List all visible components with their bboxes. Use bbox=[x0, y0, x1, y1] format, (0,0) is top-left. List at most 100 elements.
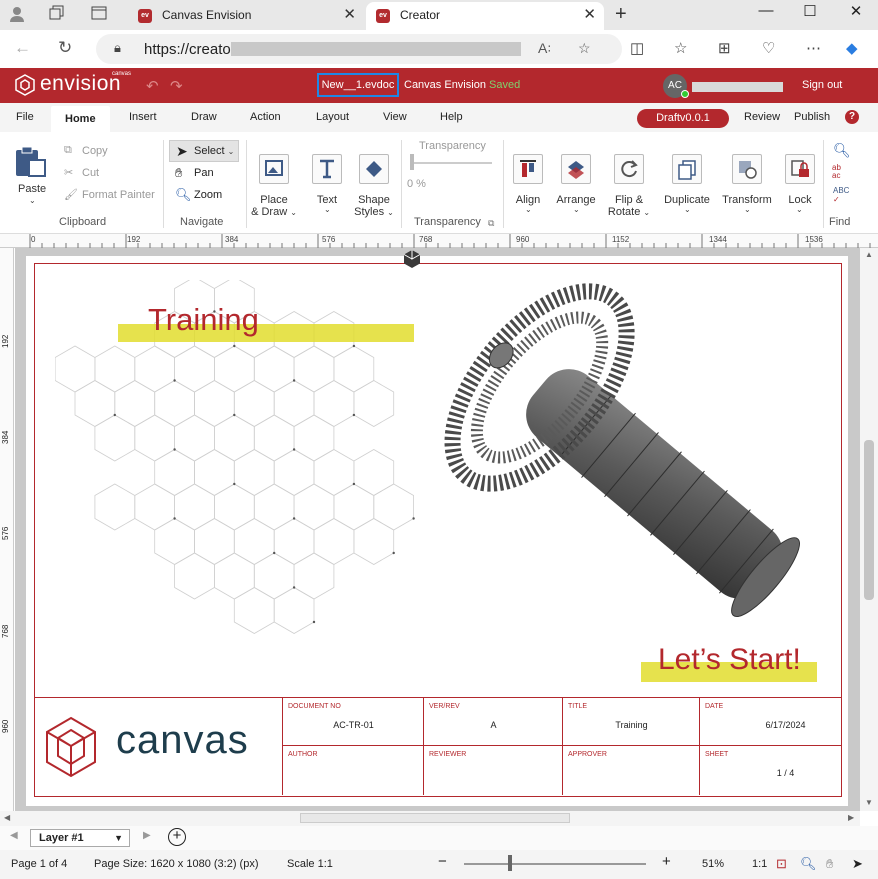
horizontal-scroll-thumb[interactable] bbox=[300, 813, 570, 823]
browser-essentials-icon[interactable]: ♡ bbox=[762, 39, 775, 57]
tab-file[interactable]: File bbox=[16, 111, 34, 123]
page-indicator[interactable]: Page 1 of 4 bbox=[11, 858, 67, 870]
new-tab-icon[interactable]: + bbox=[615, 3, 627, 26]
refresh-icon[interactable]: ↻ bbox=[58, 38, 72, 58]
shape-styles-label-2[interactable]: Styles ⌄ bbox=[352, 206, 396, 219]
copy-button[interactable]: Copy bbox=[82, 145, 108, 157]
tab-home[interactable]: Home bbox=[51, 106, 110, 132]
browser-tab-creator[interactable]: ev Creator ✕ bbox=[366, 2, 604, 30]
format-painter-button[interactable]: Format Painter bbox=[82, 189, 155, 201]
spell-check-icon[interactable]: ABC ✓ bbox=[833, 186, 849, 204]
pan-button[interactable]: Pan bbox=[194, 167, 214, 179]
chevron-down-icon[interactable]: ⌄ bbox=[228, 147, 235, 156]
scroll-up-icon[interactable]: ▲ bbox=[865, 250, 873, 259]
zoom-button[interactable]: Zoom bbox=[194, 189, 222, 201]
zoom-percentage[interactable]: 51% bbox=[702, 858, 724, 870]
title-cell-title[interactable]: TITLE Training bbox=[562, 698, 700, 747]
arrange-icon[interactable] bbox=[561, 154, 591, 184]
minimize-icon[interactable]: — bbox=[746, 2, 786, 26]
scroll-right-icon[interactable]: ▶ bbox=[848, 813, 854, 822]
previous-layer-icon[interactable]: ◀ bbox=[10, 830, 18, 841]
lock-icon[interactable] bbox=[785, 154, 815, 184]
flip-rotate-label-2[interactable]: Rotate ⌄ bbox=[606, 206, 652, 219]
add-layer-icon[interactable]: + bbox=[168, 828, 186, 846]
scroll-down-icon[interactable]: ▼ bbox=[865, 798, 873, 807]
back-icon[interactable]: ← bbox=[14, 38, 31, 58]
zoom-tool-icon[interactable]: 🔍︎ bbox=[800, 856, 817, 872]
title-cell-date[interactable]: DATE 6/17/2024 bbox=[699, 698, 841, 747]
favorite-star-icon[interactable]: ☆ bbox=[578, 40, 591, 57]
chevron-down-icon[interactable]: ⌄ bbox=[324, 205, 331, 214]
collections-icon[interactable]: ⊞ bbox=[718, 39, 731, 57]
flip-rotate-label[interactable]: Flip & bbox=[606, 194, 652, 206]
find-icon[interactable]: 🔍︎ bbox=[833, 142, 851, 159]
tab-view[interactable]: View bbox=[383, 111, 407, 123]
heading-lets-start[interactable]: Let’s Start! bbox=[658, 643, 801, 677]
flip-rotate-icon[interactable] bbox=[614, 154, 644, 184]
tab-publish[interactable]: Publish bbox=[794, 111, 830, 123]
transparency-slider[interactable] bbox=[410, 162, 492, 164]
copilot-icon[interactable]: ◆ bbox=[846, 39, 858, 57]
chevron-down-icon[interactable]: ⌄ bbox=[525, 205, 532, 214]
maximize-icon[interactable]: ☐ bbox=[790, 2, 830, 26]
chevron-down-icon[interactable]: ⌄ bbox=[573, 205, 580, 214]
redo-icon[interactable]: ↷ bbox=[170, 77, 183, 95]
title-cell-document-no[interactable]: DOCUMENT NO AC-TR-01 bbox=[282, 698, 424, 747]
undo-icon[interactable]: ↶ bbox=[146, 77, 159, 95]
browser-tab-canvas-envision[interactable]: ev Canvas Envision ✕ bbox=[128, 2, 364, 30]
place-draw-label-2[interactable]: & Draw ⌄ bbox=[251, 206, 297, 219]
dialog-launcher-icon[interactable]: ⧉ bbox=[488, 218, 494, 229]
select-tool-button[interactable]: ➤ Select ⌄ bbox=[169, 140, 239, 162]
title-cell-sheet[interactable]: SHEET 1 / 4 bbox=[699, 746, 841, 795]
shape-styles-icon[interactable] bbox=[359, 154, 389, 184]
zoom-slider[interactable] bbox=[464, 863, 646, 865]
actual-size-button[interactable]: 1:1 bbox=[752, 858, 767, 870]
fit-page-icon[interactable]: ⊡ bbox=[776, 856, 787, 872]
paste-button[interactable]: Paste bbox=[18, 183, 46, 195]
heading-training[interactable]: Training bbox=[148, 302, 259, 338]
tab-review[interactable]: Review bbox=[744, 111, 780, 123]
zoom-out-icon[interactable]: − bbox=[438, 853, 447, 870]
select-tool-icon[interactable]: ➤ bbox=[852, 856, 863, 872]
workspaces-icon[interactable] bbox=[46, 5, 68, 25]
chevron-down-icon[interactable]: ⌄ bbox=[744, 205, 751, 214]
transparency-slider-knob[interactable] bbox=[410, 154, 414, 170]
pan-tool-icon[interactable]: ✋︎ bbox=[826, 856, 833, 872]
more-icon[interactable]: ⋯ bbox=[806, 39, 821, 57]
close-tab-icon[interactable]: ✕ bbox=[343, 2, 356, 28]
scroll-left-icon[interactable]: ◀ bbox=[4, 813, 10, 822]
zoom-slider-thumb[interactable] bbox=[507, 855, 512, 871]
chevron-down-icon[interactable]: ⌄ bbox=[29, 196, 36, 205]
tab-layout[interactable]: Layout bbox=[316, 111, 349, 123]
tab-action[interactable]: Action bbox=[250, 111, 281, 123]
align-icon[interactable] bbox=[513, 154, 543, 184]
vertical-scroll-thumb[interactable] bbox=[864, 440, 874, 600]
help-icon[interactable]: ? bbox=[845, 110, 859, 124]
jet-engine-model[interactable] bbox=[405, 275, 835, 640]
tab-draw[interactable]: Draw bbox=[191, 111, 217, 123]
shape-styles-label[interactable]: Shape bbox=[352, 194, 396, 206]
address-bar[interactable]: 🔒︎ https://creator A꞉ ☆ bbox=[96, 34, 622, 64]
layer-select[interactable]: Layer #1 ▼ bbox=[30, 829, 130, 847]
title-cell-reviewer[interactable]: REVIEWER bbox=[423, 746, 563, 795]
profile-icon[interactable] bbox=[6, 5, 28, 25]
replace-icon[interactable]: ab ac bbox=[832, 164, 841, 180]
tab-actions-icon[interactable] bbox=[88, 5, 110, 25]
transform-icon[interactable] bbox=[732, 154, 762, 184]
chevron-down-icon[interactable]: ⌄ bbox=[796, 205, 803, 214]
duplicate-icon[interactable] bbox=[672, 154, 702, 184]
next-layer-icon[interactable]: ▶ bbox=[143, 830, 151, 841]
close-tab-icon[interactable]: ✕ bbox=[583, 2, 596, 28]
document-name[interactable]: New__1.evdoc bbox=[317, 73, 399, 97]
chevron-down-icon[interactable]: ⌄ bbox=[684, 205, 691, 214]
place-draw-label[interactable]: Place bbox=[251, 194, 297, 206]
favorites-icon[interactable]: ☆ bbox=[674, 39, 687, 57]
close-icon[interactable]: ✕ bbox=[836, 2, 876, 26]
cut-button[interactable]: Cut bbox=[82, 167, 99, 179]
text-tool-icon[interactable] bbox=[312, 154, 342, 184]
place-draw-icon[interactable] bbox=[259, 154, 289, 184]
sign-out-link[interactable]: Sign out bbox=[802, 79, 842, 91]
read-aloud-icon[interactable]: A꞉ bbox=[538, 40, 551, 56]
title-cell-ver-rev[interactable]: VER/REV A bbox=[423, 698, 563, 747]
title-cell-author[interactable]: AUTHOR bbox=[282, 746, 424, 795]
